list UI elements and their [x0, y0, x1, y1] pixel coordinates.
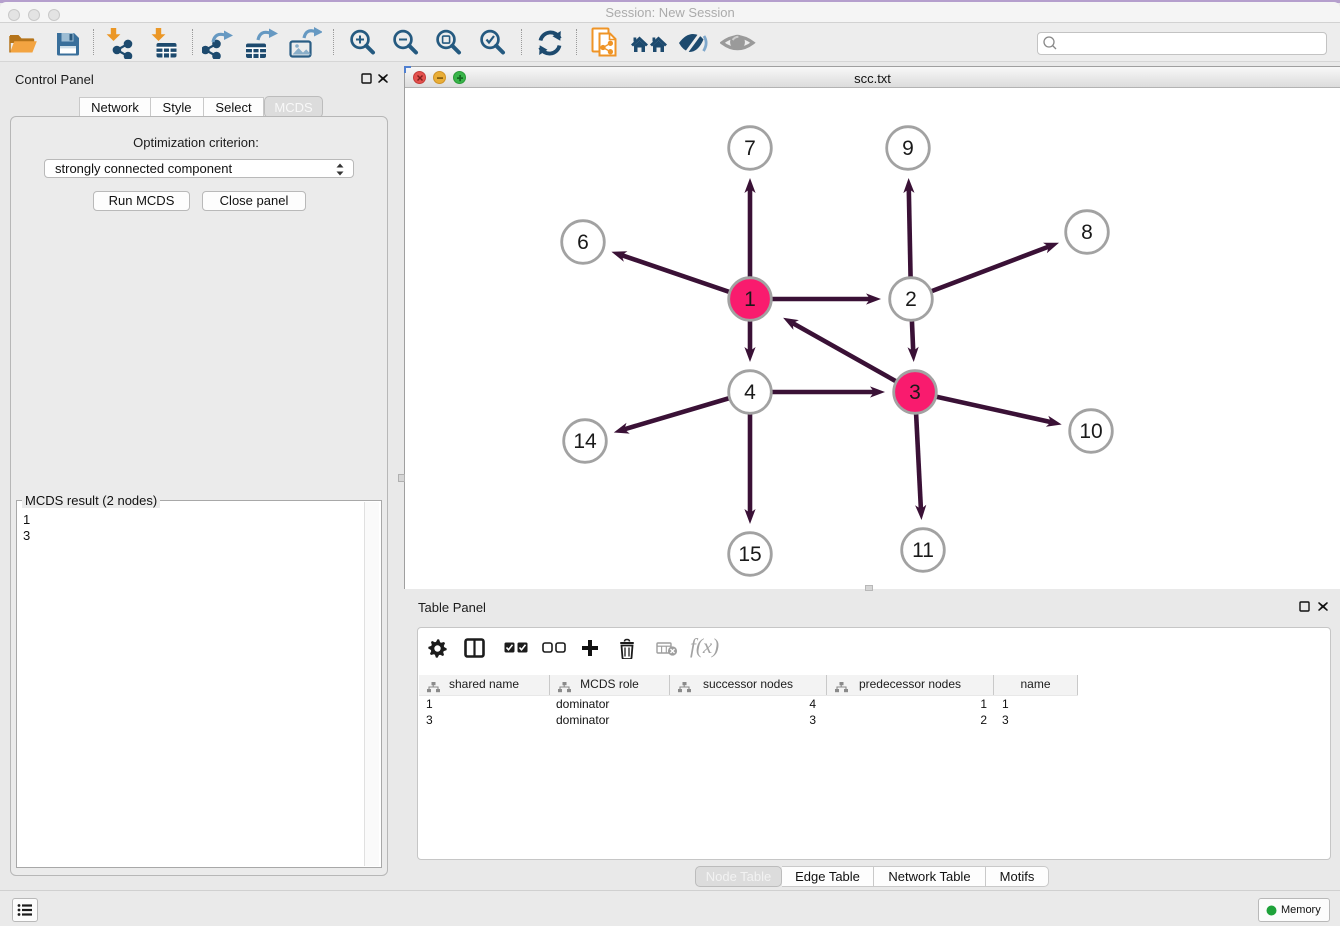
svg-text:7: 7	[744, 137, 756, 160]
svg-text:15: 15	[738, 543, 761, 566]
svg-text:2: 2	[905, 288, 917, 311]
svg-text:8: 8	[1081, 221, 1093, 244]
svg-text:9: 9	[902, 137, 914, 160]
svg-text:4: 4	[744, 381, 756, 404]
svg-text:10: 10	[1079, 420, 1102, 443]
svg-text:14: 14	[573, 430, 597, 453]
svg-text:1: 1	[744, 288, 756, 311]
svg-text:3: 3	[909, 381, 921, 404]
svg-text:11: 11	[912, 539, 934, 562]
svg-text:6: 6	[577, 231, 589, 254]
